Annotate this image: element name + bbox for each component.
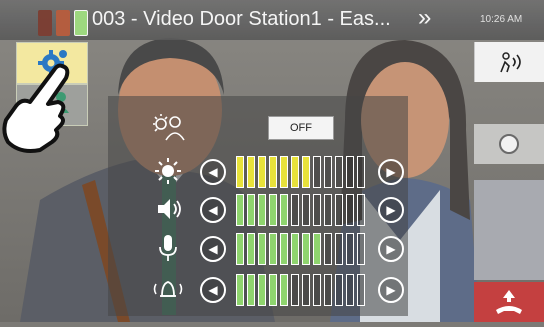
speaker-volume-level-segment <box>291 194 299 226</box>
microphone-volume-level-segment <box>313 233 321 265</box>
brightness-decrease-button[interactable]: ◀ <box>200 159 226 185</box>
microphone-volume-level-segment <box>258 233 266 265</box>
end-call-icon <box>496 290 522 314</box>
microphone-volume-level-segment <box>346 233 354 265</box>
ringtone-volume-decrease-button[interactable]: ◀ <box>200 277 226 303</box>
speaker-volume-level-segment <box>258 194 266 226</box>
double-chevron-right-icon[interactable]: » <box>418 4 431 32</box>
brightness-level-segment <box>236 156 244 188</box>
signal-bar-2 <box>56 10 70 36</box>
ringtone-volume-level-segment <box>357 274 365 306</box>
microphone-volume-level-segment <box>236 233 244 265</box>
brightness-level-segment <box>258 156 266 188</box>
microphone-volume-level-segment <box>324 233 332 265</box>
brightness-increase-button[interactable]: ▶ <box>378 159 404 185</box>
camera-toggle-off-button[interactable]: OFF <box>268 116 334 140</box>
ringtone-volume-level-segment <box>324 274 332 306</box>
record-button[interactable] <box>474 124 544 164</box>
microphone-volume-level-segment <box>269 233 277 265</box>
microphone-volume-level-segment <box>280 233 288 265</box>
station-title: 003 - Video Door Station1 - Eas... <box>92 8 391 30</box>
brightness-icon <box>155 158 181 184</box>
brightness-level-segment <box>302 156 310 188</box>
speaker-volume-decrease-button[interactable]: ◀ <box>200 197 226 223</box>
microphone-volume-level-segment <box>357 233 365 265</box>
ringtone-volume-level-segment <box>236 274 244 306</box>
ringtone-volume-increase-button[interactable]: ▶ <box>378 277 404 303</box>
speaker-volume-level-segment <box>302 194 310 226</box>
brightness-level-segment <box>291 156 299 188</box>
bell-icon <box>153 281 183 297</box>
speaker-volume-level-segment <box>324 194 332 226</box>
speaker-icon <box>158 199 181 219</box>
ringtone-volume-level-segment <box>346 274 354 306</box>
speaker-volume-level-segment <box>357 194 365 226</box>
signal-bar-1 <box>38 10 52 36</box>
brightness-level-segment <box>324 156 332 188</box>
brightness-level-segment <box>313 156 321 188</box>
microphone-volume-level-segment <box>302 233 310 265</box>
brightness-level-segment <box>280 156 288 188</box>
speaker-volume-level-segment <box>236 194 244 226</box>
brightness-level-segment <box>357 156 365 188</box>
microphone-volume-level-segment <box>335 233 343 265</box>
brightness-level-segment <box>335 156 343 188</box>
brightness-level-segment <box>346 156 354 188</box>
ringtone-volume-level-segment <box>335 274 343 306</box>
ringtone-volume-level-segment <box>258 274 266 306</box>
ringtone-volume-level-segment <box>302 274 310 306</box>
talk-icon <box>500 52 521 73</box>
speaker-volume-level-segment <box>335 194 343 226</box>
ringtone-volume-level-segment <box>313 274 321 306</box>
talk-button[interactable] <box>474 42 544 82</box>
ringtone-volume-level-segment <box>247 274 255 306</box>
brightness-level-segment <box>269 156 277 188</box>
record-icon <box>499 134 519 154</box>
microphone-volume-decrease-button[interactable]: ◀ <box>200 236 226 262</box>
clock: 10:26 AM <box>480 14 523 25</box>
status-bar: 003 - Video Door Station1 - Eas... » 10:… <box>0 0 544 40</box>
person-light-icon <box>153 114 185 141</box>
microphone-volume-level-segment <box>291 233 299 265</box>
ringtone-volume-level-segment <box>269 274 277 306</box>
brightness-level-segment <box>247 156 255 188</box>
speaker-volume-level-segment <box>280 194 288 226</box>
speaker-volume-level-segment <box>269 194 277 226</box>
speaker-volume-level-segment <box>313 194 321 226</box>
microphone-volume-increase-button[interactable]: ▶ <box>378 236 404 262</box>
signal-bar-3 <box>74 10 88 36</box>
microphone-icon <box>159 235 177 261</box>
ringtone-volume-level-segment <box>291 274 299 306</box>
microphone-volume-level-segment <box>247 233 255 265</box>
end-call-button[interactable] <box>474 282 544 322</box>
ringtone-volume-level-segment <box>280 274 288 306</box>
pointing-hand-icon <box>2 63 70 153</box>
speaker-volume-level-segment <box>346 194 354 226</box>
speaker-volume-level-segment <box>247 194 255 226</box>
speaker-volume-increase-button[interactable]: ▶ <box>378 197 404 223</box>
